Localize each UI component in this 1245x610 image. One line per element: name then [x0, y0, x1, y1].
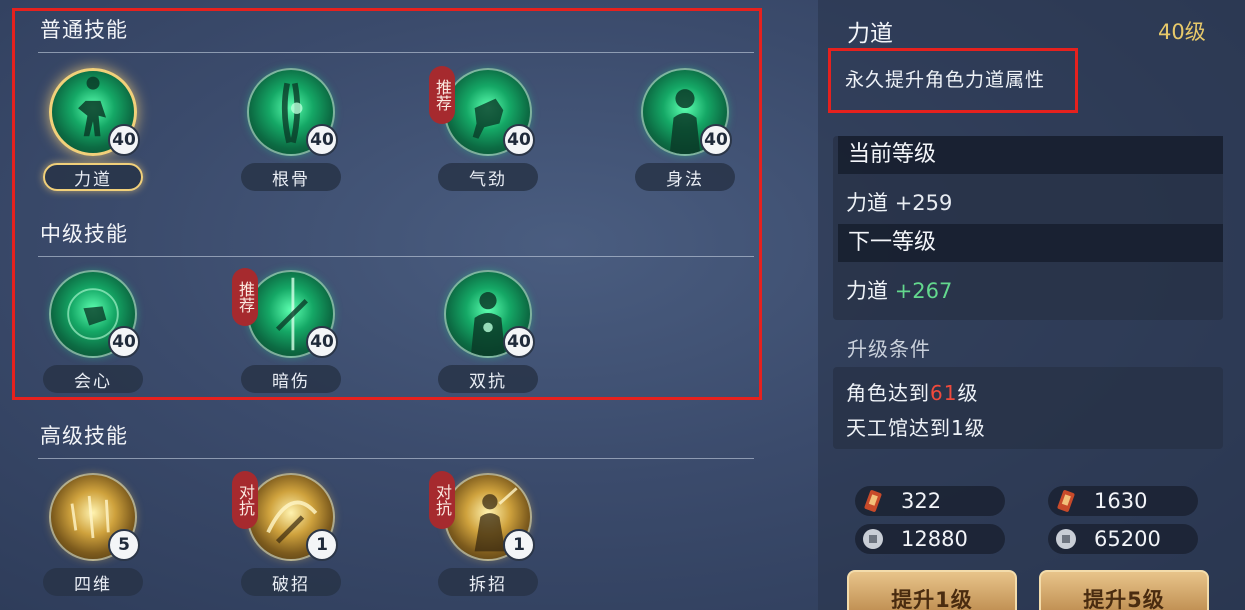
upgrade-condition-title: 升级条件 [847, 337, 931, 361]
tag-text: 推荐 [236, 281, 255, 313]
section-title-normal: 普通技能 [40, 18, 128, 42]
skill-name: 双抗 [438, 365, 538, 393]
divider [38, 458, 754, 459]
level-badge: 40 [700, 124, 732, 156]
tag-text: 推荐 [433, 79, 452, 111]
next-level-header: 下一等级 [838, 224, 1223, 262]
cost-coin-1: 12880 [855, 524, 1005, 554]
divider [38, 256, 754, 257]
level-badge: 1 [306, 529, 338, 561]
tag-text: 对抗 [236, 484, 255, 516]
cost-token-1: 322 [855, 486, 1005, 516]
skill-lidao[interactable]: 40 力道 [40, 68, 150, 198]
current-stat-value: +259 [894, 191, 953, 215]
level-badge: 40 [108, 124, 140, 156]
cost-value: 65200 [1094, 527, 1161, 551]
skill-shenfa[interactable]: 40 身法 [632, 68, 742, 198]
cost-value: 12880 [901, 527, 968, 551]
cost-value: 1630 [1094, 489, 1148, 513]
skill-pozhao[interactable]: 对抗 1 破招 [232, 471, 348, 603]
skill-name: 力道 [43, 163, 143, 191]
skill-gengu[interactable]: 40 根骨 [238, 68, 348, 198]
skill-anshang[interactable]: 推荐 40 暗伤 [232, 268, 348, 400]
cost-value: 322 [901, 489, 942, 513]
token-icon [1057, 490, 1075, 512]
skill-name: 气劲 [438, 163, 538, 191]
current-stat: 力道 +259 [846, 187, 952, 217]
skill-name: 身法 [635, 163, 735, 191]
cost-token-5: 1630 [1048, 486, 1198, 516]
next-stat-name: 力道 [846, 279, 888, 303]
current-level-header: 当前等级 [838, 136, 1223, 174]
cost-coin-5: 65200 [1048, 524, 1198, 554]
level-badge: 40 [503, 326, 535, 358]
detail-description: 永久提升角色力道属性 [845, 69, 1046, 91]
level-badge: 40 [503, 124, 535, 156]
condition-role-level: 角色达到61级 [846, 377, 978, 406]
coin-icon [863, 529, 883, 549]
skill-huixin[interactable]: 40 会心 [40, 270, 150, 400]
level-badge: 40 [306, 124, 338, 156]
cond-text: 角色达到 [846, 381, 930, 405]
recommend-tag: 推荐 [429, 66, 455, 124]
token-icon [864, 490, 882, 512]
counter-tag: 对抗 [429, 471, 455, 529]
coin-icon [1056, 529, 1076, 549]
cond-required-level: 61 [930, 381, 958, 405]
skill-shuangkang[interactable]: 40 双抗 [435, 270, 545, 400]
level-badge: 5 [108, 529, 140, 561]
level-badge: 1 [503, 529, 535, 561]
level-badge: 40 [306, 326, 338, 358]
tag-text: 对抗 [433, 484, 452, 516]
upgrade-1-level-button[interactable]: 提升1级 [847, 570, 1017, 610]
recommend-tag: 推荐 [232, 268, 258, 326]
cond-text: 级 [957, 381, 979, 405]
current-stat-name: 力道 [846, 191, 888, 215]
condition-tiangong: 天工馆达到1级 [846, 416, 986, 440]
detail-level: 40级 [1158, 20, 1206, 44]
detail-title: 力道 [847, 21, 893, 47]
counter-tag: 对抗 [232, 471, 258, 529]
skill-siwei[interactable]: 5 四维 [40, 473, 150, 603]
skill-name: 根骨 [241, 163, 341, 191]
section-title-intermediate: 中级技能 [40, 222, 128, 246]
skill-name: 拆招 [438, 568, 538, 596]
level-badge: 40 [108, 326, 140, 358]
next-stat: 力道 +267 [846, 275, 952, 305]
upgrade-5-levels-button[interactable]: 提升5级 [1039, 570, 1209, 610]
divider [38, 52, 754, 53]
section-title-advanced: 高级技能 [40, 424, 128, 448]
skill-name: 破招 [241, 568, 341, 596]
skill-name: 暗伤 [241, 365, 341, 393]
next-stat-value: +267 [894, 279, 953, 303]
skill-qijin[interactable]: 推荐 40 气劲 [429, 66, 545, 198]
skill-name: 四维 [43, 568, 143, 596]
skill-chaizhao[interactable]: 对抗 1 拆招 [429, 471, 545, 603]
skill-name: 会心 [43, 365, 143, 393]
skill-list: 普通技能 40 力道 40 根骨 推荐 40 气劲 40 身法 中级技能 40 … [0, 0, 800, 610]
